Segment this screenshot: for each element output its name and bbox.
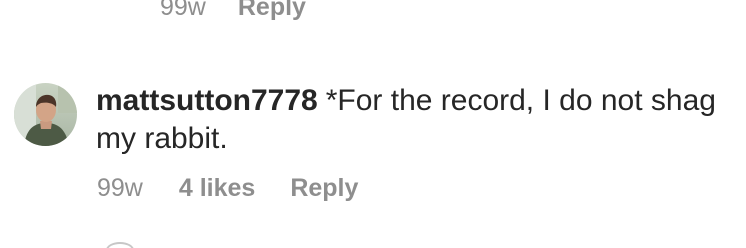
comment-username[interactable]: mattsutton7778 — [96, 84, 318, 117]
next-comment-peek — [106, 242, 134, 248]
previous-comment-time: 99w — [160, 0, 206, 21]
comment-reply-button[interactable]: Reply — [290, 174, 358, 203]
comment-body: mattsutton7778 *For the record, I do not … — [96, 82, 716, 158]
previous-comment-meta: 99w Reply — [160, 0, 306, 24]
avatar[interactable] — [14, 83, 77, 146]
comment-meta: 99w 4 likes Reply — [97, 171, 358, 205]
comment-likes-button[interactable]: 4 likes — [179, 174, 255, 203]
comment-time: 99w — [97, 173, 143, 202]
previous-reply-button[interactable]: Reply — [238, 0, 306, 22]
comments-panel: 99w Reply mattsutton7778 *For the record,… — [0, 0, 746, 248]
user-avatar-icon — [14, 83, 77, 146]
